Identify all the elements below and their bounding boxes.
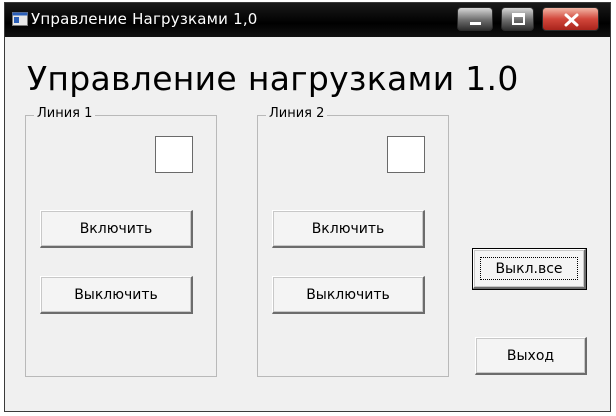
- line-1-on-button[interactable]: Включить: [40, 210, 193, 248]
- main-window: Управление Нагрузками 1,0 Управление наг…: [4, 2, 611, 412]
- close-button[interactable]: [542, 7, 599, 31]
- maximize-button[interactable]: [501, 7, 534, 31]
- minimize-icon: [470, 22, 481, 25]
- exit-button[interactable]: Выход: [475, 337, 587, 375]
- line-2-label: Линия 2: [266, 106, 328, 121]
- minimize-button[interactable]: [457, 7, 493, 31]
- close-icon: [564, 13, 579, 27]
- window-title: Управление Нагрузками 1,0: [31, 10, 258, 28]
- all-off-button[interactable]: Выкл.все: [472, 248, 587, 290]
- line-1-label: Линия 1: [34, 106, 96, 121]
- app-icon: [12, 12, 28, 26]
- maximize-icon: [512, 13, 525, 25]
- line-2-indicator: [387, 136, 425, 173]
- line-1-group: Линия 1 Включить Выключить: [25, 106, 217, 377]
- line-1-off-button[interactable]: Выключить: [40, 276, 193, 314]
- app-heading: Управление нагрузками 1.0: [27, 59, 519, 98]
- line-1-indicator: [155, 136, 193, 173]
- line-2-off-button[interactable]: Выключить: [272, 276, 425, 314]
- focus-ring: [480, 257, 578, 280]
- line-2-on-button[interactable]: Включить: [272, 210, 425, 248]
- line-2-group: Линия 2 Включить Выключить: [257, 106, 449, 377]
- title-bar[interactable]: Управление Нагрузками 1,0: [5, 3, 610, 37]
